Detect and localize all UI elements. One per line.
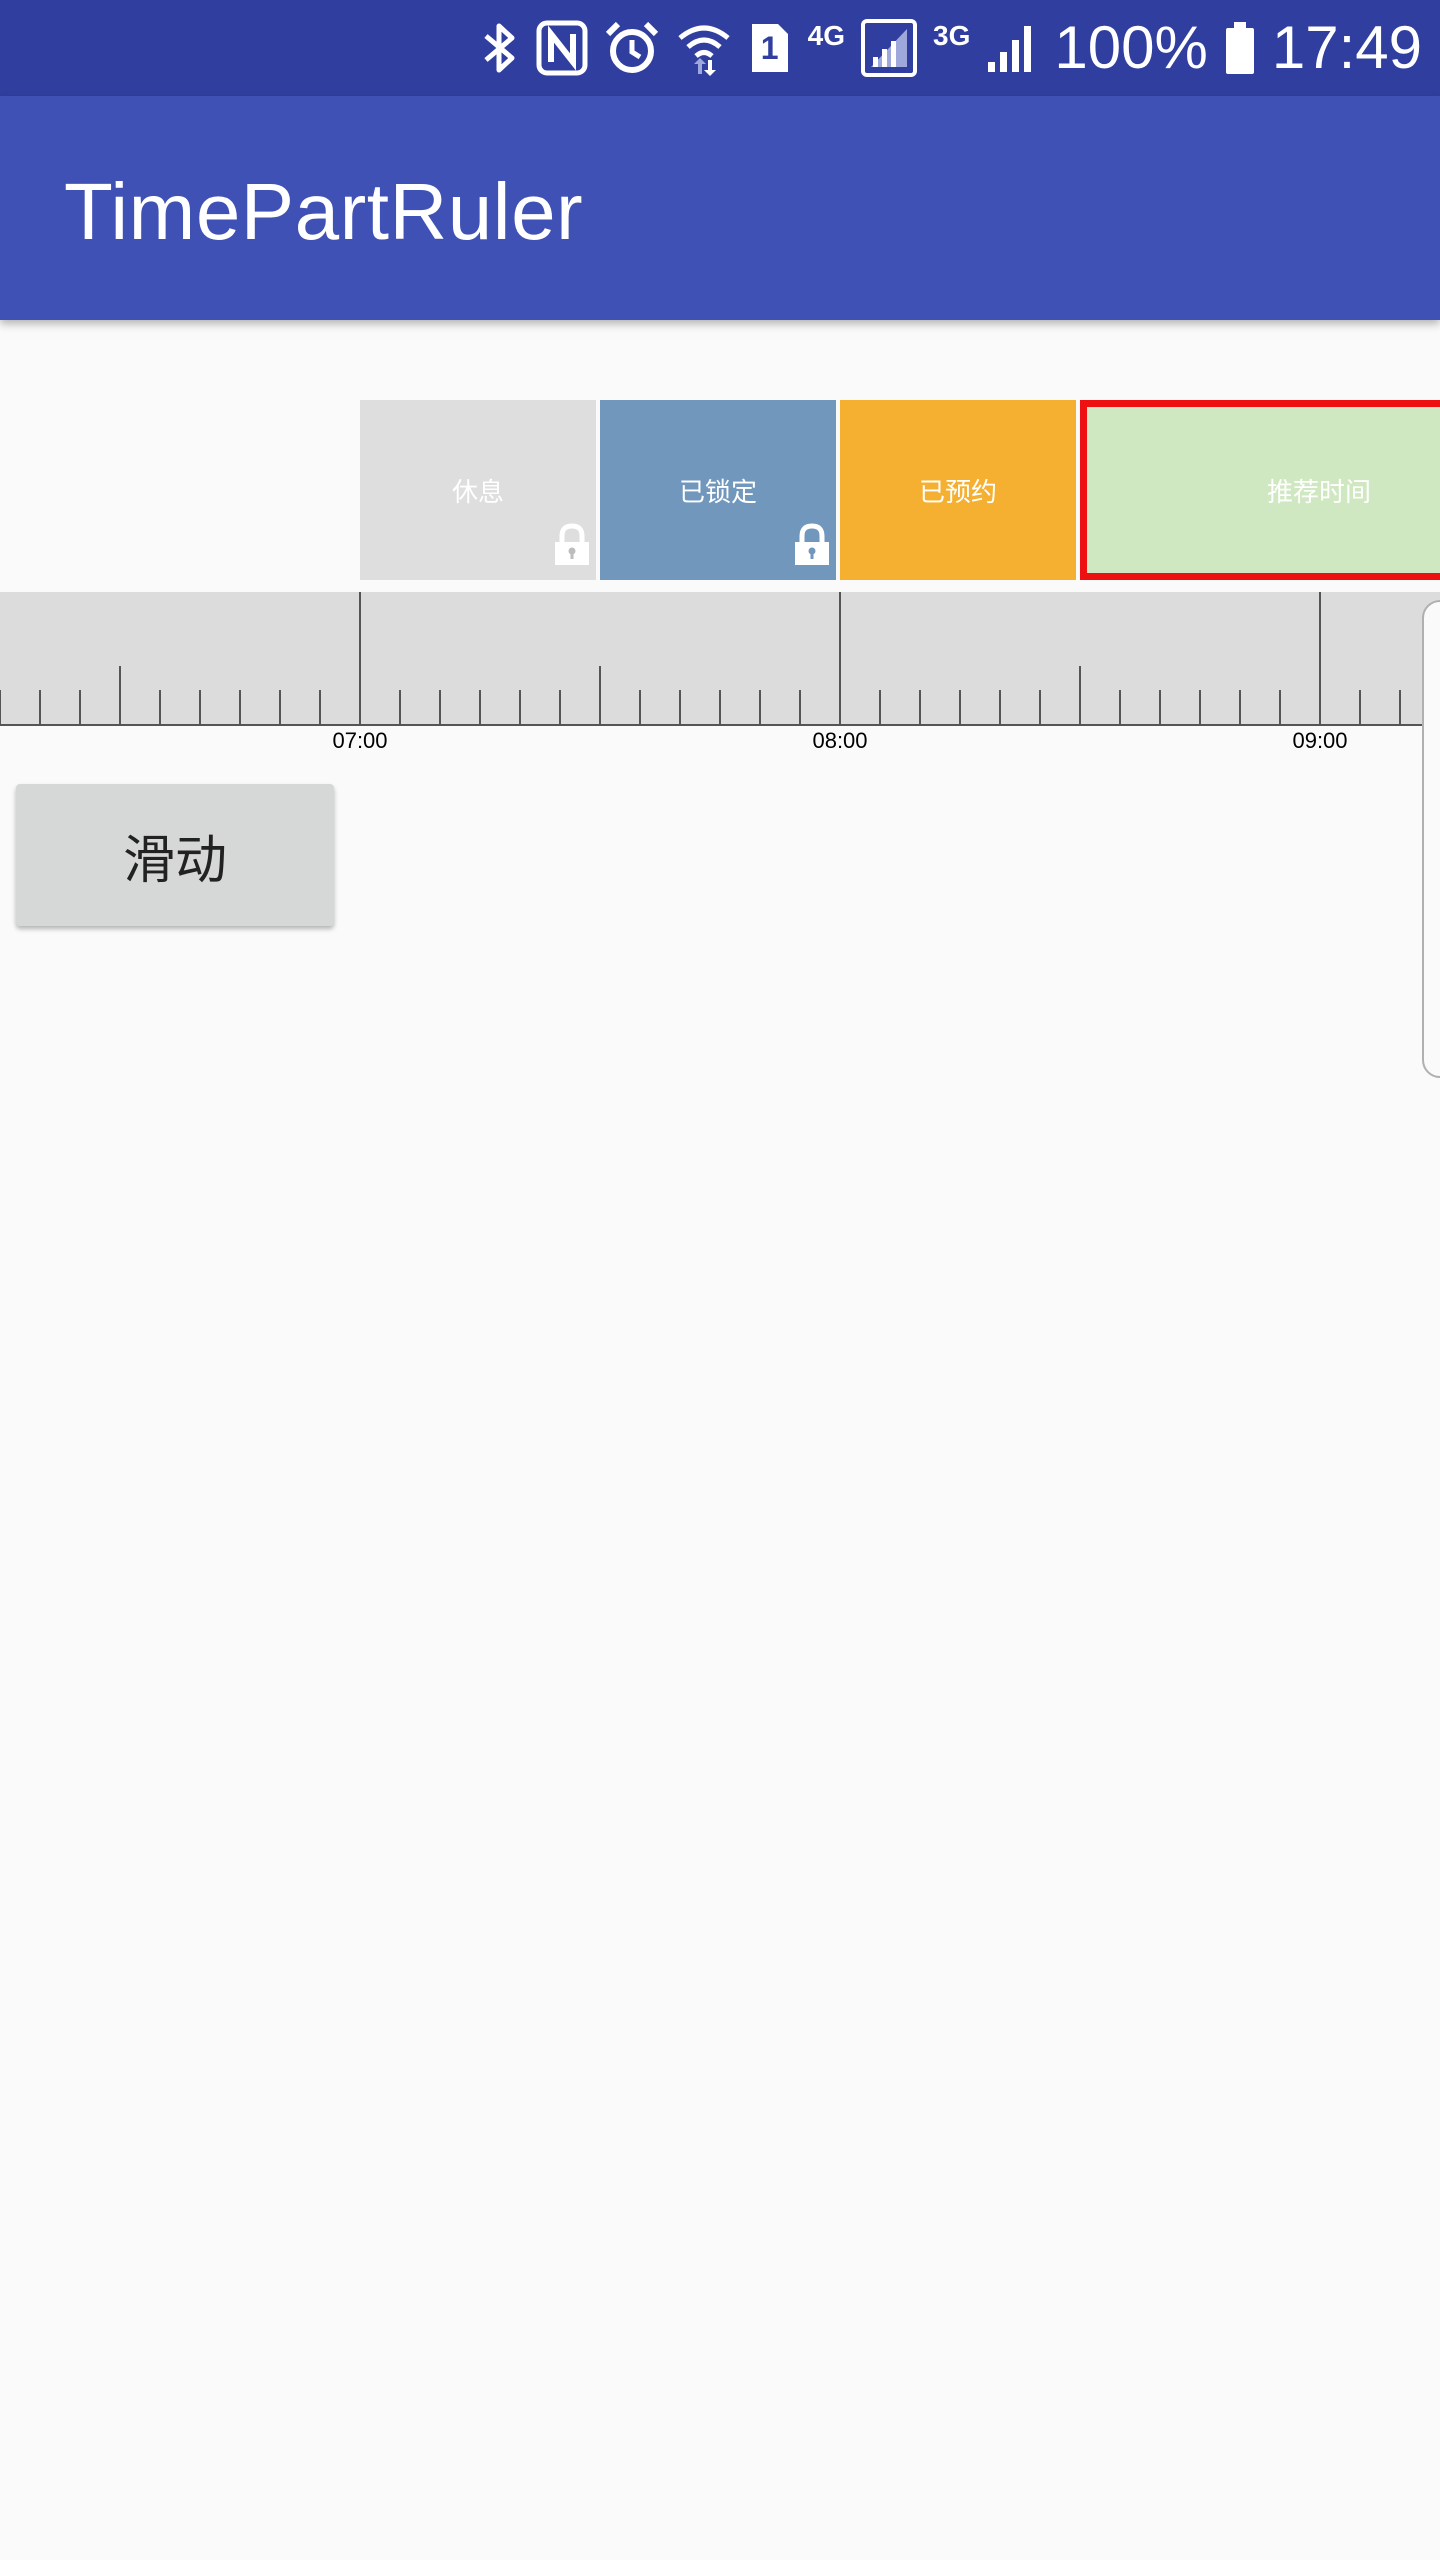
part-recommended-label: 推荐时间 — [1267, 477, 1372, 508]
part-booked-label: 已预约 — [918, 477, 997, 508]
part-rest[interactable]: 休息 — [360, 400, 596, 580]
ruler-minor-tick — [0, 690, 1, 724]
ruler-minor-tick — [319, 690, 321, 724]
ruler-minor-tick — [999, 690, 1001, 724]
ruler-minor-tick — [439, 690, 441, 724]
ruler-minor-tick — [1239, 690, 1241, 724]
part-rest-label: 休息 — [451, 477, 504, 508]
ruler-hour-label: 08:00 — [812, 728, 868, 753]
part-booked[interactable]: 已预约 — [840, 400, 1076, 580]
lock-icon — [792, 523, 832, 574]
nfc-icon — [536, 20, 588, 76]
ruler-minor-tick — [199, 690, 201, 724]
ruler-minor-tick — [279, 690, 281, 724]
network-3g-label: 3G — [933, 20, 971, 51]
ruler-major-tick — [1319, 592, 1321, 724]
ruler-minor-tick — [1159, 690, 1161, 724]
battery-icon — [1224, 20, 1256, 76]
ruler-minor-tick — [759, 690, 761, 724]
ruler-minor-tick — [639, 690, 641, 724]
ruler-minor-tick — [479, 690, 481, 724]
part-locked-label: 已锁定 — [678, 477, 757, 508]
ruler-minor-tick — [1399, 690, 1401, 724]
clock: 17:49 — [1271, 14, 1422, 81]
ruler-minor-tick — [399, 690, 401, 724]
ruler-minor-tick — [799, 690, 801, 724]
ruler-minor-tick — [79, 690, 81, 724]
lock-icon — [552, 523, 592, 574]
ruler-minor-tick — [519, 690, 521, 724]
ruler-minor-tick — [239, 690, 241, 724]
ruler-half-tick — [1079, 666, 1081, 724]
ruler-minor-tick — [879, 690, 881, 724]
ruler-minor-tick — [919, 690, 921, 724]
ruler-hour-label: 07:00 — [332, 728, 388, 753]
ruler-major-tick — [359, 592, 361, 724]
ruler-minor-tick — [959, 690, 961, 724]
ruler-minor-tick — [1199, 690, 1201, 724]
network-4g-label: 4G — [807, 20, 846, 51]
ruler-minor-tick — [1359, 690, 1361, 724]
signal-bars-icon — [986, 22, 1038, 74]
ruler-half-tick — [599, 666, 601, 724]
app-bar: TimePartRuler — [0, 96, 1440, 320]
part-locked[interactable]: 已锁定 — [600, 400, 836, 580]
ruler-minor-tick — [719, 690, 721, 724]
app-title: TimePartRuler — [64, 167, 584, 256]
ruler-minor-tick — [1039, 690, 1041, 724]
ruler-half-tick — [119, 666, 121, 724]
ruler-minor-tick — [1119, 690, 1121, 724]
ruler-hour-label: 09:00 — [1292, 728, 1348, 753]
slide-button[interactable]: 滑动 — [16, 784, 334, 926]
ruler-minor-tick — [1279, 690, 1281, 724]
ruler-minor-tick — [159, 690, 161, 724]
signal-icon — [861, 19, 918, 77]
edge-panel-handle[interactable] — [1422, 600, 1440, 1078]
ruler-major-tick — [839, 592, 841, 724]
alarm-icon — [604, 20, 660, 76]
bluetooth-icon — [480, 20, 520, 76]
status-icons: 1 4G 3G 100% 17:49 — [480, 0, 1422, 96]
ruler-minor-tick — [559, 690, 561, 724]
ruler-minor-tick — [679, 690, 681, 724]
time-ruler[interactable] — [0, 592, 1440, 726]
part-recommended[interactable]: 推荐时间 — [1080, 400, 1440, 580]
battery-percent: 100% — [1054, 14, 1208, 81]
status-bar: 1 4G 3G 100% 17:49 — [0, 0, 1440, 96]
sim-number: 1 — [760, 30, 779, 66]
wifi-icon — [676, 20, 732, 76]
sim-icon: 1 — [748, 20, 792, 76]
ruler-minor-tick — [39, 690, 41, 724]
